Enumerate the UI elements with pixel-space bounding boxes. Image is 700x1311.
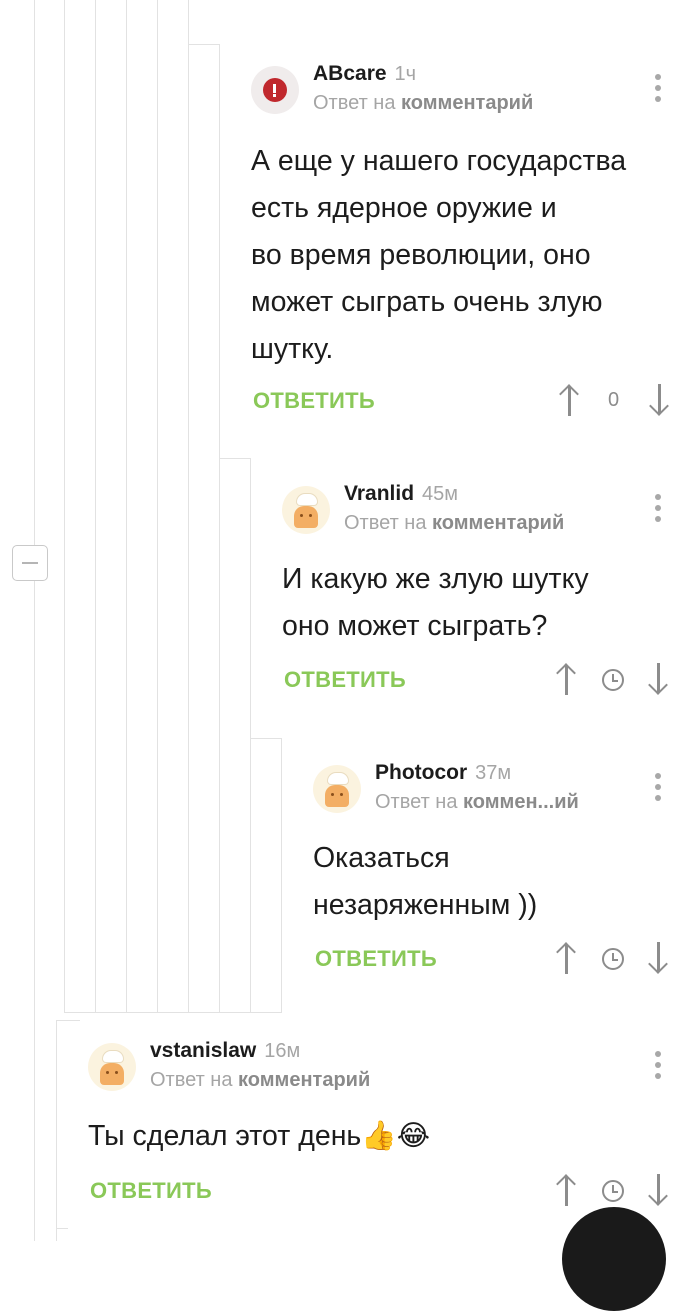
more-options-icon[interactable] [655, 74, 661, 107]
comment-time: 16м [264, 1040, 301, 1062]
comment-text: И какую же злую шутку оно может сыграть? [282, 563, 589, 642]
reply-button[interactable]: ОТВЕТИТЬ [253, 388, 375, 414]
reply-button[interactable]: ОТВЕТИТЬ [284, 667, 406, 693]
clock-icon [602, 1180, 624, 1202]
thread-line [188, 44, 220, 45]
reply-to-line: Ответ на комментарий [313, 92, 534, 114]
downvote-arrow-icon[interactable] [648, 1174, 668, 1206]
warning-icon [263, 78, 287, 102]
comment: Photocor 37м Ответ на коммен...ий Оказать… [313, 761, 693, 985]
reply-to-line: Ответ на комментарий [344, 512, 565, 534]
thread-line [250, 738, 282, 739]
reply-to-line: Ответ на комментарий [150, 1069, 371, 1091]
user-avatar[interactable] [282, 486, 330, 534]
upvote-arrow-icon[interactable] [559, 384, 579, 416]
reply-to-link[interactable]: комментарий [238, 1069, 370, 1091]
downvote-arrow-icon[interactable] [648, 663, 668, 695]
thread-line [281, 738, 282, 1012]
comment: Vranlid 45м Ответ на комментарий И какую … [282, 482, 692, 706]
upvote-arrow-icon[interactable] [556, 663, 576, 695]
chef-hat-icon [297, 494, 317, 505]
rating-score: 0 [608, 389, 620, 411]
thread-line [56, 1228, 68, 1229]
comment-text: Оказаться незаряженным )) [313, 842, 538, 921]
collapse-thread-button[interactable] [12, 545, 48, 581]
author-name[interactable]: vstanislaw [150, 1039, 256, 1062]
author-name[interactable]: Photocor [375, 761, 467, 784]
comment: vstanislaw 16м Ответ на комментарий Ты сд… [88, 1039, 693, 1223]
comment-time: 37м [475, 762, 512, 784]
thread-line [95, 0, 96, 1012]
floating-action-button[interactable] [562, 1207, 666, 1311]
reply-to-link[interactable]: коммен...ий [463, 791, 579, 813]
more-options-icon[interactable] [655, 1051, 661, 1084]
comment: ABcare 1ч Ответ на комментарий А еще у на… [251, 62, 691, 426]
more-options-icon[interactable] [655, 773, 661, 806]
thread-line [34, 0, 35, 545]
thread-line [34, 581, 35, 1241]
reply-to-link[interactable]: комментарий [432, 512, 564, 534]
thread-line [64, 0, 65, 1012]
thread-line [250, 458, 251, 1012]
more-options-icon[interactable] [655, 494, 661, 527]
author-name[interactable]: ABcare [313, 62, 387, 85]
reply-button[interactable]: ОТВЕТИТЬ [90, 1178, 212, 1204]
clock-icon [602, 669, 624, 691]
user-avatar[interactable] [251, 66, 299, 114]
user-avatar[interactable] [313, 765, 361, 813]
downvote-arrow-icon[interactable] [648, 942, 668, 974]
thread-line [219, 458, 251, 459]
chef-hat-icon [328, 773, 348, 784]
upvote-arrow-icon[interactable] [556, 942, 576, 974]
reply-to-link[interactable]: комментарий [401, 92, 533, 114]
thread-line [126, 0, 127, 1012]
author-name[interactable]: Vranlid [344, 482, 414, 505]
thread-line [157, 0, 158, 1012]
comment-time: 45м [422, 483, 459, 505]
user-avatar[interactable] [88, 1043, 136, 1091]
downvote-arrow-icon[interactable] [649, 384, 669, 416]
thread-line [219, 44, 220, 1012]
comment-text: А еще у нашего государства есть ядерное … [251, 145, 627, 365]
reply-to-line: Ответ на коммен...ий [375, 791, 579, 813]
thread-line [64, 1012, 282, 1013]
comment-time: 1ч [394, 63, 417, 85]
thread-line [188, 0, 189, 1012]
thread-line [56, 1020, 57, 1241]
reply-button[interactable]: ОТВЕТИТЬ [315, 946, 437, 972]
upvote-arrow-icon[interactable] [556, 1174, 576, 1206]
chef-hat-icon [103, 1051, 123, 1062]
comment-text: Ты сделал этот день👍😂 [88, 1120, 431, 1152]
thread-line [56, 1020, 80, 1021]
clock-icon [602, 948, 624, 970]
